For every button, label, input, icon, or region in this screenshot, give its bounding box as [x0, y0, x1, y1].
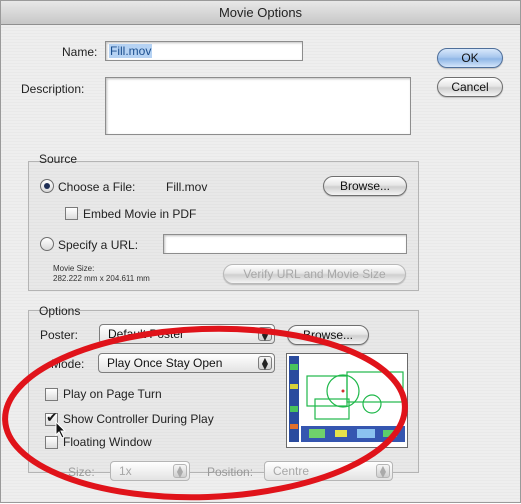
- poster-browse-button[interactable]: Browse...: [287, 325, 369, 345]
- position-label: Position:: [207, 465, 254, 479]
- options-title: Options: [39, 304, 81, 318]
- popup-arrows-icon: ▲ ▼: [258, 327, 272, 342]
- ok-label: OK: [461, 51, 479, 65]
- mode-label: Mode:: [51, 357, 85, 371]
- embed-movie-checkbox[interactable]: [65, 207, 78, 220]
- show-controller-label: Show Controller During Play: [63, 412, 214, 426]
- movie-options-dialog: Movie Options Name: Fill.mov Description…: [0, 0, 521, 503]
- size-value: 1x: [119, 464, 132, 478]
- name-input[interactable]: Fill.mov: [105, 41, 303, 61]
- description-label: Description:: [21, 82, 85, 96]
- verify-url-label: Verify URL and Movie Size: [243, 267, 386, 281]
- specify-url-radio[interactable]: [40, 237, 54, 251]
- source-filename: Fill.mov: [166, 180, 208, 194]
- popup-arrows-icon: ▲ ▼: [173, 464, 187, 479]
- choose-file-radio[interactable]: [40, 179, 54, 193]
- name-value: Fill.mov: [109, 44, 153, 58]
- movie-size-label: Movie Size:: [53, 264, 95, 273]
- position-popup[interactable]: Centre ▲ ▼: [264, 461, 393, 481]
- floating-window-label: Floating Window: [63, 435, 152, 449]
- poster-popup[interactable]: Default Poster ▲ ▼: [99, 324, 275, 344]
- verify-url-button[interactable]: Verify URL and Movie Size: [223, 264, 406, 284]
- play-on-page-turn-checkbox[interactable]: [45, 388, 58, 401]
- cancel-button[interactable]: Cancel: [437, 77, 503, 97]
- play-on-page-turn-label: Play on Page Turn: [63, 387, 162, 401]
- size-popup[interactable]: 1x ▲ ▼: [110, 461, 190, 481]
- position-value: Centre: [273, 464, 310, 478]
- source-browse-label: Browse...: [339, 179, 390, 193]
- mode-value: Play Once Stay Open: [107, 356, 223, 370]
- ok-button[interactable]: OK: [437, 48, 503, 68]
- movie-preview-image: [286, 353, 408, 448]
- cancel-label: Cancel: [451, 80, 489, 94]
- popup-arrows-icon: ▲ ▼: [376, 464, 390, 479]
- floating-window-checkbox[interactable]: [45, 436, 58, 449]
- source-browse-button[interactable]: Browse...: [323, 176, 407, 196]
- specify-url-label: Specify a URL:: [58, 238, 139, 252]
- url-input[interactable]: [163, 234, 407, 254]
- poster-browse-label: Browse...: [302, 328, 353, 342]
- source-title: Source: [39, 152, 78, 166]
- window-title: Movie Options: [218, 5, 303, 20]
- name-label: Name:: [62, 45, 98, 59]
- choose-file-label: Choose a File:: [58, 180, 136, 194]
- size-label: Size:: [68, 465, 95, 479]
- movie-size-value: 282.222 mm x 204.611 mm: [53, 274, 150, 283]
- poster-label: Poster:: [40, 328, 79, 342]
- poster-value: Default Poster: [108, 327, 185, 341]
- preview-graphic: [287, 354, 407, 447]
- mode-popup[interactable]: Play Once Stay Open ▲ ▼: [98, 353, 275, 373]
- description-input[interactable]: [105, 77, 411, 135]
- title-bar: Movie Options: [1, 1, 520, 25]
- popup-arrows-icon: ▲ ▼: [258, 356, 272, 371]
- embed-movie-label: Embed Movie in PDF: [83, 207, 197, 221]
